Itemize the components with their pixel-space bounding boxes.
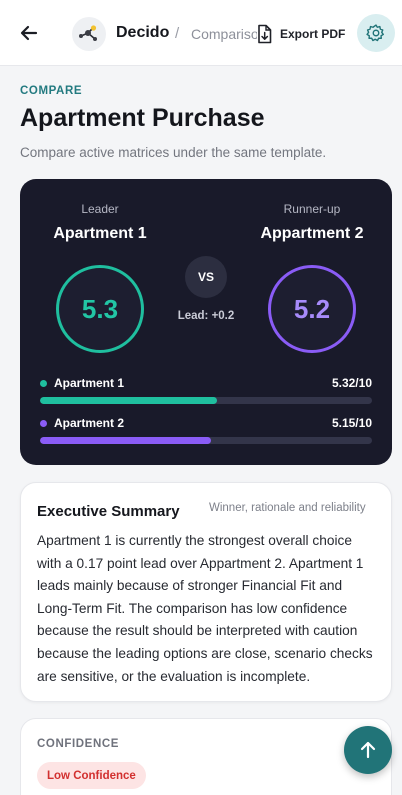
breadcrumb-current: Comparison — [191, 26, 257, 42]
leader-name: Apartment 1 — [53, 225, 147, 242]
leader-score: 5.3 — [81, 293, 119, 324]
scroll-to-top-button[interactable] — [344, 726, 392, 774]
score-bar-row: Apartment 2 5.15/10 — [40, 415, 372, 444]
score-fill — [40, 397, 217, 404]
comparison-card: Leader Apartment 1 Runner-up Appartment … — [20, 179, 392, 465]
page-title: Apartment Purchase — [20, 104, 265, 132]
series-dot — [40, 379, 47, 387]
runnerup-label: Runner-up — [283, 202, 341, 216]
score-track — [40, 397, 372, 404]
arrow-up-icon — [360, 741, 376, 759]
brand-name[interactable]: Decido — [116, 24, 169, 42]
settings-button[interactable] — [357, 14, 395, 52]
lead-text: Lead: +0.2 — [177, 310, 235, 322]
executive-summary-card: Executive Summary Winner, rationale and … — [20, 482, 392, 702]
runnerup-name: Appartment 2 — [260, 225, 364, 242]
page-subtitle: Compare active matrices under the same t… — [20, 145, 327, 160]
summary-title: Executive Summary — [37, 503, 180, 520]
file-export-icon[interactable] — [255, 24, 273, 44]
leader-score-ring: 5.3 — [56, 265, 144, 353]
runnerup-score: 5.2 — [293, 293, 331, 324]
confidence-label: CONFIDENCE — [37, 738, 120, 750]
bar-value: 5.32/10 — [331, 376, 372, 390]
score-fill — [40, 437, 211, 444]
leader-label: Leader — [81, 202, 119, 216]
gear-icon — [366, 24, 384, 42]
series-dot — [40, 419, 47, 427]
score-track — [40, 437, 372, 444]
back-button[interactable] — [16, 20, 42, 46]
export-pdf-button[interactable]: Export PDF — [280, 27, 345, 41]
bar-label: Apartment 2 — [54, 416, 125, 430]
bar-label: Apartment 1 — [54, 376, 125, 390]
confidence-badge: Low Confidence — [37, 762, 146, 789]
summary-body: Apartment 1 is currently the strongest o… — [37, 533, 373, 684]
runnerup-score-ring: 5.2 — [268, 265, 356, 353]
confidence-card: CONFIDENCE Low Confidence — [20, 718, 392, 795]
summary-hint: Winner, rationale and reliability — [209, 502, 366, 514]
section-eyebrow: COMPARE — [20, 85, 83, 97]
decido-logo-icon[interactable] — [72, 17, 106, 51]
breadcrumb-separator: / — [175, 25, 180, 42]
score-bar-row: Apartment 1 5.32/10 — [40, 375, 372, 404]
vs-badge: VS — [185, 256, 227, 298]
top-app-bar: Decido / Comparison Export PDF — [0, 0, 402, 66]
arrow-left-icon — [20, 25, 38, 41]
bar-value: 5.15/10 — [331, 416, 372, 430]
